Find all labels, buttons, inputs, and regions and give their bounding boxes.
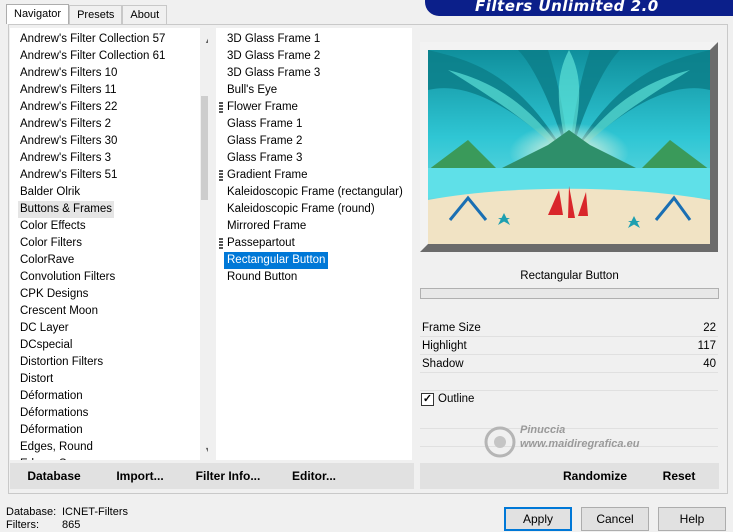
filter-item[interactable]: Flower Frame	[224, 99, 301, 116]
param-frame-size[interactable]: Frame Size 22	[420, 319, 718, 337]
tab-navigator[interactable]: Navigator	[6, 4, 70, 24]
filter-item[interactable]: 3D Glass Frame 1	[224, 31, 323, 48]
category-item[interactable]: Andrew's Filters 51	[18, 167, 119, 184]
category-item[interactable]: Color Filters	[18, 235, 84, 252]
import-button[interactable]: Import...	[108, 463, 172, 489]
category-item[interactable]: Andrew's Filters 11	[18, 82, 119, 99]
filter-item[interactable]: Kaleidoscopic Frame (round)	[224, 201, 378, 218]
category-item[interactable]: Balder Olrik	[18, 184, 82, 201]
param-value: 22	[703, 322, 716, 334]
status-database-value: ICNET-Filters	[62, 506, 128, 518]
folder-marker-icon	[219, 170, 223, 181]
tab-bar: Navigator Presets About	[6, 4, 168, 24]
preview-picture	[428, 50, 710, 244]
folder-marker-icon	[219, 238, 223, 249]
category-item[interactable]: CPK Designs	[18, 286, 90, 303]
scroll-thumb[interactable]	[201, 96, 208, 200]
randomize-button[interactable]: Randomize	[556, 463, 634, 489]
param-value: 40	[703, 358, 716, 370]
database-button[interactable]: Database	[22, 463, 86, 489]
category-item[interactable]: DC Layer	[18, 320, 71, 337]
tab-about[interactable]: About	[122, 5, 168, 24]
param-label: Shadow	[422, 358, 464, 370]
scroll-down-arrow-icon[interactable]: ▼	[200, 442, 208, 459]
category-item[interactable]: Convolution Filters	[18, 269, 117, 286]
filter-item[interactable]: Glass Frame 3	[224, 150, 305, 167]
help-button[interactable]: Help	[658, 507, 726, 531]
editor-button[interactable]: Editor...	[286, 463, 342, 489]
status-filters-label: Filters:	[6, 519, 39, 531]
status-filters-value: 865	[62, 519, 81, 531]
category-item[interactable]: Edges, Square	[18, 456, 98, 460]
filter-item[interactable]: Passepartout	[224, 235, 298, 252]
filter-item[interactable]: Gradient Frame	[224, 167, 311, 184]
scroll-up-arrow-icon[interactable]: ▲	[200, 32, 208, 49]
title-banner: Filters Unlimited 2.0	[425, 0, 733, 16]
preview-image	[420, 42, 718, 252]
category-item[interactable]: Déformation	[18, 388, 85, 405]
selected-filter-name: Rectangular Button	[420, 265, 719, 287]
category-item[interactable]: Déformations	[18, 405, 90, 422]
category-item[interactable]: Distortion Filters	[18, 354, 105, 371]
category-item[interactable]: Edges, Round	[18, 439, 95, 456]
param-shadow[interactable]: Shadow 40	[420, 355, 718, 373]
filter-progress-bar	[420, 288, 719, 299]
filter-item[interactable]: Glass Frame 2	[224, 133, 305, 150]
watermark-name: Pinuccia	[520, 424, 566, 436]
category-item[interactable]: Buttons & Frames	[18, 201, 115, 218]
category-item[interactable]: Distort	[18, 371, 55, 388]
outline-option[interactable]: ✓ Outline	[420, 391, 718, 411]
param-label: Frame Size	[422, 322, 481, 334]
filter-item[interactable]: Mirrored Frame	[224, 218, 309, 235]
folder-marker-icon	[219, 102, 223, 113]
apply-button[interactable]: Apply	[504, 507, 572, 531]
category-item[interactable]: Color Effects	[18, 218, 88, 235]
app-title: Filters Unlimited 2.0	[475, 0, 659, 15]
filter-item[interactable]: 3D Glass Frame 3	[224, 65, 323, 82]
filter-item[interactable]: 3D Glass Frame 2	[224, 48, 323, 65]
filter-item[interactable]: Glass Frame 1	[224, 116, 305, 133]
category-item[interactable]: ColorRave	[18, 252, 76, 269]
filter-item[interactable]: Rectangular Button	[224, 252, 329, 269]
category-list[interactable]: ▲ ▼ Andrew's Filter Collection 57Andrew'…	[10, 28, 208, 460]
category-item[interactable]: Andrew's Filters 10	[18, 65, 119, 82]
cancel-button[interactable]: Cancel	[581, 507, 649, 531]
category-item[interactable]: Andrew's Filters 3	[18, 150, 113, 167]
category-item[interactable]: Andrew's Filters 22	[18, 99, 119, 116]
category-item[interactable]: Andrew's Filter Collection 61	[18, 48, 167, 65]
category-item[interactable]: Andrew's Filter Collection 57	[18, 31, 167, 48]
param-label: Highlight	[422, 340, 467, 352]
tab-presets[interactable]: Presets	[69, 5, 123, 24]
status-database: Database: ICNET-Filters	[6, 506, 128, 518]
param-highlight[interactable]: Highlight 117	[420, 337, 718, 355]
param-empty-row	[420, 373, 718, 391]
filter-item[interactable]: Bull's Eye	[224, 82, 280, 99]
outline-checkbox[interactable]: ✓	[421, 393, 434, 406]
category-item[interactable]: DCspecial	[18, 337, 74, 354]
filter-list[interactable]: 3D Glass Frame 1 3D Glass Frame 2 3D Glass…	[216, 28, 412, 460]
filter-item[interactable]: Round Button	[224, 269, 300, 286]
category-item[interactable]: Déformation	[18, 422, 85, 439]
watermark-url: www.maidiregrafica.eu	[520, 438, 640, 450]
filter-info-button[interactable]: Filter Info...	[190, 463, 266, 489]
filter-item[interactable]: Kaleidoscopic Frame (rectangular)	[224, 184, 406, 201]
status-database-label: Database:	[6, 506, 57, 518]
reset-button[interactable]: Reset	[654, 463, 704, 489]
category-item[interactable]: Crescent Moon	[18, 303, 100, 320]
outline-label: Outline	[438, 393, 475, 405]
category-item[interactable]: Andrew's Filters 30	[18, 133, 119, 150]
category-item[interactable]: Andrew's Filters 2	[18, 116, 113, 133]
watermark-logo-icon	[484, 426, 516, 458]
param-value: 117	[697, 340, 716, 352]
category-scrollbar[interactable]: ▲ ▼	[200, 28, 208, 460]
status-filters: Filters: 865	[6, 519, 80, 531]
